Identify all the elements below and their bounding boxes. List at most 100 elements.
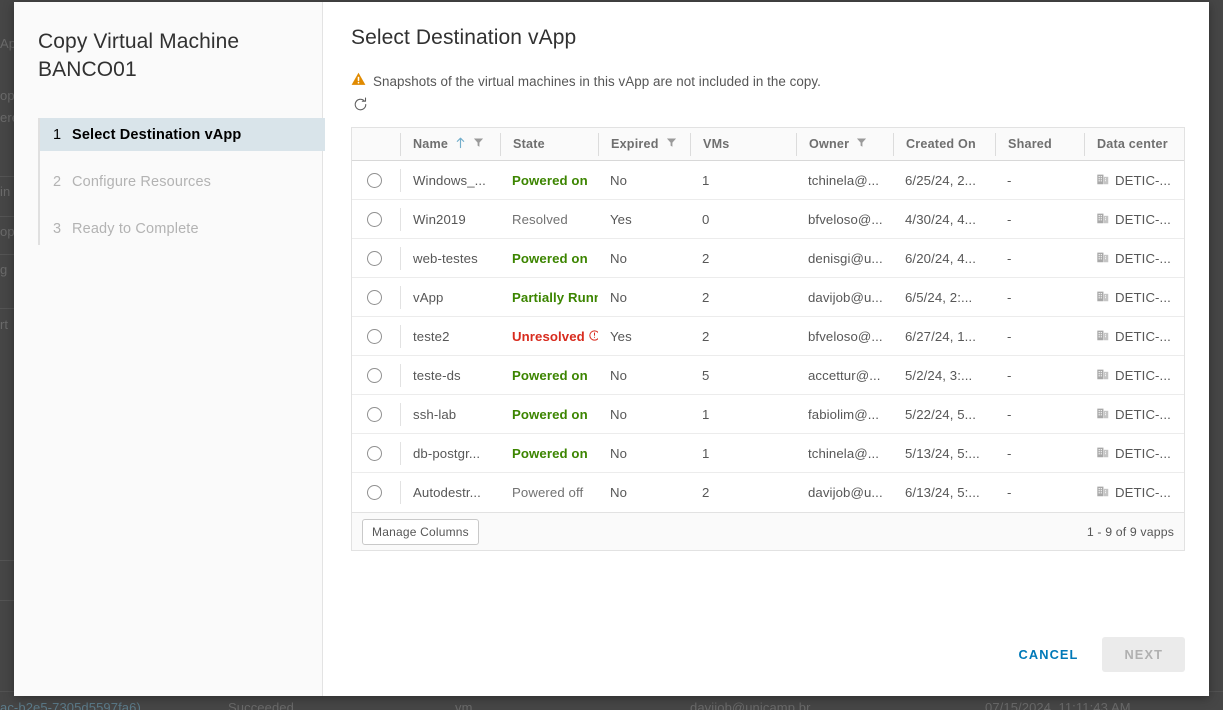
cell-owner: bfveloso@... [808, 328, 883, 344]
cell-created-on: 5/13/24, 5:... [905, 445, 980, 461]
cell-vms: 2 [702, 250, 710, 266]
cell-vms: 2 [702, 289, 710, 305]
column-header-label: VMs [703, 137, 730, 151]
radio-button[interactable] [367, 485, 382, 500]
cell-name: db-postgr... [400, 441, 500, 465]
cell-created-on: 6/5/24, 2:... [905, 289, 973, 305]
data-center-label: DETIC-... [1115, 250, 1171, 266]
cell-owner: tchinela@... [808, 172, 880, 188]
column-header-expired[interactable]: Expired [598, 132, 690, 156]
cell-vms: 5 [702, 367, 710, 383]
cell-expired: No [610, 485, 628, 500]
row-select-cell[interactable] [352, 208, 400, 231]
table-row[interactable]: ssh-lab Powered on No 1 fabiolim@... 5/2… [352, 395, 1184, 434]
cell-shared: - [1007, 250, 1012, 266]
background-text: g [0, 262, 8, 277]
snapshot-warning: Snapshots of the virtual machines in thi… [351, 72, 1185, 91]
row-select-cell[interactable] [352, 286, 400, 309]
radio-button[interactable] [367, 289, 382, 305]
cell-expired: Yes [610, 211, 632, 227]
radio-button[interactable] [367, 328, 382, 344]
state-label: Unresolved [512, 329, 598, 344]
manage-columns-button[interactable]: Manage Columns [362, 518, 479, 545]
cell-owner: fabiolim@... [808, 406, 880, 422]
table-row[interactable]: teste-ds Powered on No 5 accettur@... 5/… [352, 356, 1184, 395]
column-header-vms[interactable]: VMs [690, 132, 796, 156]
row-select-cell[interactable] [352, 325, 400, 348]
state-label: Powered on [512, 406, 588, 422]
column-header-name[interactable]: Name [400, 132, 500, 156]
cell-created-on: 6/25/24, 2... [905, 172, 976, 188]
cell-state: Powered on [500, 364, 598, 387]
cell-data-center: DETIC-... [1084, 169, 1186, 192]
background-text: rt [0, 317, 9, 332]
radio-button[interactable] [367, 445, 382, 461]
table-row[interactable]: Win2019 Resolved Yes 0 bfveloso@... 4/30… [352, 200, 1184, 239]
row-select-cell[interactable] [352, 169, 400, 192]
cell-expired: No [610, 406, 628, 422]
background-task-link[interactable]: ac-b2e5-7305d5597fa6) [0, 700, 141, 710]
row-select-cell[interactable] [352, 247, 400, 270]
row-select-cell[interactable] [352, 403, 400, 426]
cell-name: ssh-lab [400, 402, 500, 426]
datacenter-icon [1096, 406, 1110, 423]
filter-icon[interactable] [856, 137, 867, 151]
datacenter-icon [1096, 367, 1110, 384]
error-circle-icon [589, 329, 598, 344]
column-header-state[interactable]: State [500, 132, 598, 156]
datacenter-icon [1096, 445, 1110, 462]
radio-button[interactable] [367, 172, 382, 188]
cell-vms: 2 [702, 328, 710, 344]
cell-expired: No [610, 445, 628, 461]
table-row[interactable]: db-postgr... Powered on No 1 tchinela@..… [352, 434, 1184, 473]
wizard-step-select-destination-vapp[interactable]: 1 Select Destination vApp [40, 118, 325, 152]
filter-icon[interactable] [473, 137, 484, 151]
data-center-label: DETIC-... [1115, 445, 1171, 461]
cell-owner: tchinela@... [808, 445, 880, 461]
table-row[interactable]: teste2 Unresolved Yes 2 bfveloso@... 6/2… [352, 317, 1184, 356]
warning-triangle-icon [351, 72, 366, 91]
cell-expired: No [610, 289, 628, 305]
datacenter-icon [1096, 328, 1110, 345]
filter-icon[interactable] [666, 137, 677, 151]
radio-button[interactable] [367, 406, 382, 422]
column-header-shared[interactable]: Shared [995, 132, 1084, 156]
table-row[interactable]: vApp Partially Runn No 2 davijob@u... 6/… [352, 278, 1184, 317]
column-header-label: Shared [1008, 137, 1052, 151]
sort-ascending-icon[interactable] [455, 137, 466, 152]
row-select-cell[interactable] [352, 442, 400, 465]
refresh-icon[interactable] [352, 96, 369, 113]
cell-vms: 1 [702, 172, 710, 188]
step-label: Select Destination vApp [72, 126, 242, 143]
pagination-summary: 1 - 9 of 9 vapps [1086, 524, 1174, 539]
column-header-data-center[interactable]: Data center [1084, 132, 1186, 156]
wizard-step-ready-to-complete[interactable]: 3 Ready to Complete [40, 212, 322, 245]
row-select-cell[interactable] [352, 481, 400, 504]
cancel-button[interactable]: CANCEL [1001, 637, 1097, 672]
cell-owner: accettur@... [808, 367, 881, 383]
table-row[interactable]: Autodestr... Powered off No 2 davijob@u.… [352, 473, 1184, 512]
wizard-step-configure-resources[interactable]: 2 Configure Resources [40, 165, 322, 198]
table-row[interactable]: Windows_... Powered on No 1 tchinela@...… [352, 161, 1184, 200]
cell-owner: davijob@u... [808, 289, 883, 305]
datacenter-icon [1096, 484, 1110, 501]
column-header-owner[interactable]: Owner [796, 132, 893, 156]
row-select-cell[interactable] [352, 364, 400, 387]
step-label: Ready to Complete [72, 220, 199, 237]
radio-button[interactable] [367, 211, 382, 227]
table-row[interactable]: web-testes Powered on No 2 denisgi@u... … [352, 239, 1184, 278]
radio-button[interactable] [367, 250, 382, 266]
cell-name: teste-ds [400, 363, 500, 387]
warning-text: Snapshots of the virtual machines in thi… [373, 74, 821, 89]
data-center-label: DETIC-... [1115, 485, 1171, 500]
cell-vms: 2 [702, 485, 710, 500]
column-header-created-on[interactable]: Created On [893, 132, 995, 156]
radio-button[interactable] [367, 367, 382, 383]
background-task-cell: Succeeded [228, 700, 294, 710]
cell-state: Resolved [500, 208, 598, 231]
cell-state: Unresolved [500, 325, 598, 348]
cell-state: Powered on [500, 247, 598, 270]
state-label: Powered off [512, 485, 584, 500]
datagrid-header-row: Name State Expired VMs Owner Created On … [352, 128, 1184, 161]
datacenter-icon [1096, 250, 1110, 267]
